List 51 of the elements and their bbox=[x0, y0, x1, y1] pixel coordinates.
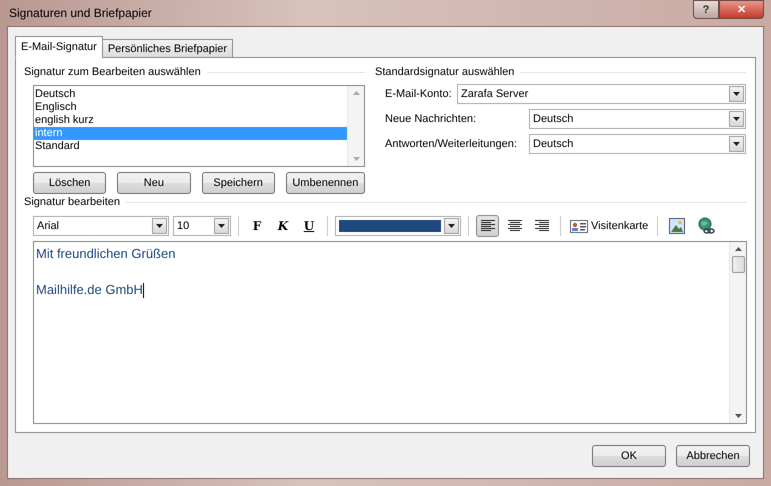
color-dropdown[interactable] bbox=[335, 216, 461, 236]
scroll-up-icon[interactable] bbox=[734, 247, 742, 251]
dropdown[interactable]: Zarafa Server bbox=[457, 84, 746, 104]
signature-item[interactable]: Deutsch bbox=[34, 88, 347, 101]
field-label: Neue Nachrichten: bbox=[385, 113, 478, 125]
group-heading: Standardsignatur auswählen bbox=[375, 66, 514, 78]
signature-list[interactable]: Deutsch Englisch english kurz intern Standard bbox=[33, 85, 365, 167]
tab[interactable]: E-Mail-Signatur bbox=[15, 36, 103, 58]
help-button[interactable]: ? bbox=[693, 0, 719, 19]
underline-button[interactable]: U bbox=[298, 215, 320, 237]
size-dropdown[interactable]: 10 bbox=[173, 216, 231, 236]
business-card-button[interactable]: Visitenkarte bbox=[568, 215, 650, 237]
align-lines-icon bbox=[480, 220, 494, 232]
scroll-down-icon[interactable] bbox=[734, 414, 742, 418]
group-heading: Signatur bearbeiten bbox=[24, 196, 120, 208]
dialog-button[interactable]: Abbrechen bbox=[676, 444, 750, 466]
italic-button[interactable]: K bbox=[272, 215, 294, 237]
card-icon bbox=[570, 220, 588, 232]
caret-icon[interactable] bbox=[733, 92, 740, 96]
signature-editor[interactable]: Mit freundlichen Grüßen Mailhilfe.de GmbH bbox=[33, 241, 747, 424]
dialog-button[interactable]: OK bbox=[592, 444, 666, 466]
caret-icon[interactable] bbox=[733, 142, 740, 146]
signature-item[interactable]: Standard bbox=[34, 140, 347, 153]
group-heading: Signatur zum Bearbeiten auswählen bbox=[24, 66, 201, 78]
globe-link-icon bbox=[697, 217, 716, 235]
signature-item[interactable]: Englisch bbox=[34, 101, 347, 114]
tab[interactable]: Persönliches Briefpapier bbox=[102, 39, 234, 58]
dropdown[interactable]: Deutsch bbox=[529, 109, 746, 129]
bold-button[interactable]: F bbox=[246, 215, 268, 237]
font-dropdown[interactable]: Arial bbox=[33, 216, 169, 236]
align-lines-icon bbox=[534, 220, 548, 232]
window-title: Signaturen und Briefpapier bbox=[8, 6, 152, 20]
scroll-thumb[interactable] bbox=[732, 256, 744, 273]
field-label: Antworten/Weiterleitungen: bbox=[385, 138, 518, 150]
caret-icon[interactable] bbox=[448, 224, 455, 228]
action-button[interactable]: Löschen bbox=[33, 172, 106, 194]
action-button[interactable]: Speichern bbox=[202, 172, 275, 194]
signature-item[interactable]: english kurz bbox=[34, 114, 347, 127]
action-button[interactable]: Umbenennen bbox=[286, 172, 365, 194]
signature-text: Mit freundlichen Grüßen bbox=[36, 245, 176, 263]
caret-icon[interactable] bbox=[218, 224, 225, 228]
scrollbar[interactable] bbox=[729, 242, 746, 423]
signature-text: Mailhilfe.de GmbH bbox=[36, 281, 143, 299]
picture-icon bbox=[669, 218, 686, 234]
action-button[interactable]: Neu bbox=[117, 172, 191, 194]
caret-icon[interactable] bbox=[156, 224, 163, 228]
field-label: E-Mail-Konto: bbox=[385, 88, 453, 100]
caret-icon[interactable] bbox=[733, 117, 740, 121]
dropdown[interactable]: Deutsch bbox=[529, 134, 746, 154]
align-lines-icon bbox=[508, 220, 522, 232]
align-left-button[interactable] bbox=[476, 215, 499, 237]
